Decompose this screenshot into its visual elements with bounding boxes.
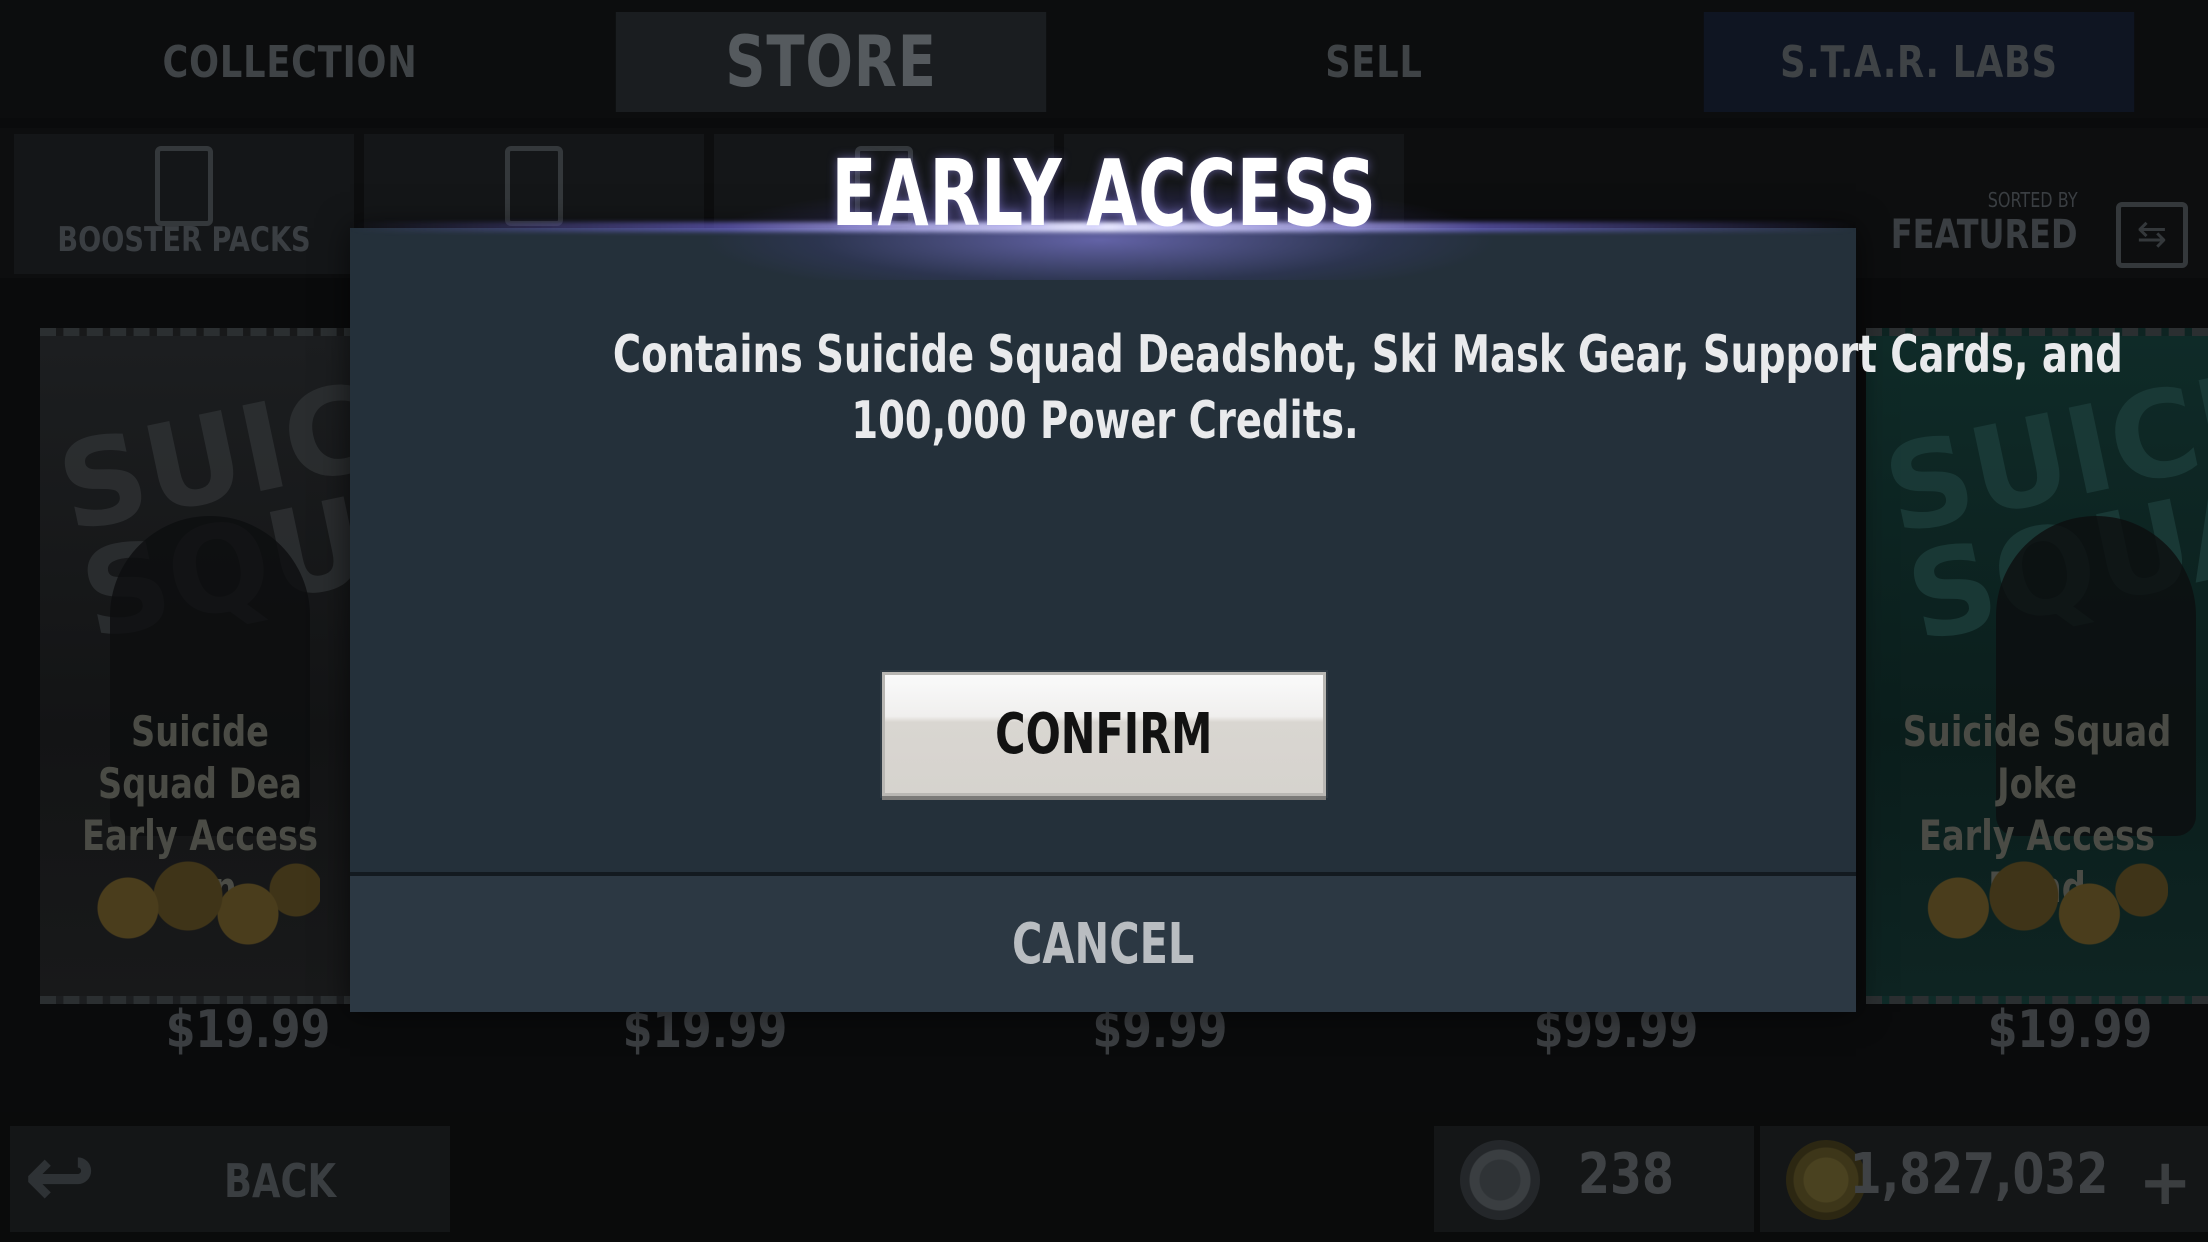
pack-price: $19.99 xyxy=(1987,1000,2153,1060)
category-booster-packs[interactable]: BOOSTER PACKS xyxy=(14,134,354,274)
pack-card-deadshot[interactable]: SUICIDE SQUAD Suicide Squad Dea Early Ac… xyxy=(40,311,607,1004)
sort-toggle-icon[interactable]: ⇆ xyxy=(2116,202,2188,268)
tab-star-labs[interactable]: S.T.A.R. LABS xyxy=(1703,12,2135,112)
back-button[interactable]: ↩ BACK xyxy=(10,1126,450,1232)
category-label: BOOSTER PACKS xyxy=(57,220,311,260)
tab-collection[interactable]: COLLECTION xyxy=(66,12,514,112)
plus-icon[interactable]: + xyxy=(2138,1151,2192,1215)
confirm-button[interactable]: CONFIRM xyxy=(882,672,1326,796)
coins-art xyxy=(80,836,320,956)
booster-pack-icon xyxy=(155,146,213,226)
confirm-label: CONFIRM xyxy=(995,701,1213,767)
alliance-coin-icon xyxy=(1460,1140,1540,1220)
back-arrow-icon: ↩ xyxy=(24,1127,97,1227)
bottom-bar: ↩ BACK 238 1,827,032 + xyxy=(0,1112,2208,1242)
dialog-title: EARLY ACCESS xyxy=(831,140,1377,247)
power-credits-value: 1,827,032 xyxy=(1849,1142,2108,1207)
tab-store[interactable]: STORE xyxy=(615,12,1047,112)
cancel-button[interactable]: CANCEL xyxy=(350,876,1856,1012)
pack-card-joker[interactable]: SUICIDE SQUAD Suicide Squad Joke Early A… xyxy=(1866,313,2208,1004)
top-tab-bar: COLLECTION STORE SELL S.T.A.R. LABS xyxy=(0,0,2208,118)
back-label: BACK xyxy=(224,1154,337,1208)
alliance-currency: 238 xyxy=(1434,1126,1754,1232)
cancel-label: CANCEL xyxy=(1011,911,1195,977)
dialog-message-line: Contains Suicide Squad Deadshot, Ski Mas… xyxy=(612,325,2123,385)
alliance-currency-value: 238 xyxy=(1578,1142,1674,1207)
sort-caption: SORTED BY xyxy=(1988,188,2078,212)
sort-value: FEATURED xyxy=(1891,212,2078,258)
store-screen: COLLECTION STORE SELL S.T.A.R. LABS BOOS… xyxy=(0,0,2208,1242)
pack-price: $19.99 xyxy=(165,1000,331,1060)
coins-art xyxy=(1906,836,2168,956)
power-credits: 1,827,032 + xyxy=(1760,1126,2208,1232)
dialog-message: Contains Suicide Squad Deadshot, Ski Mas… xyxy=(612,322,2123,454)
tab-sell[interactable]: SELL xyxy=(1158,12,1590,112)
dialog-message-line: 100,000 Power Credits. xyxy=(851,391,1359,451)
